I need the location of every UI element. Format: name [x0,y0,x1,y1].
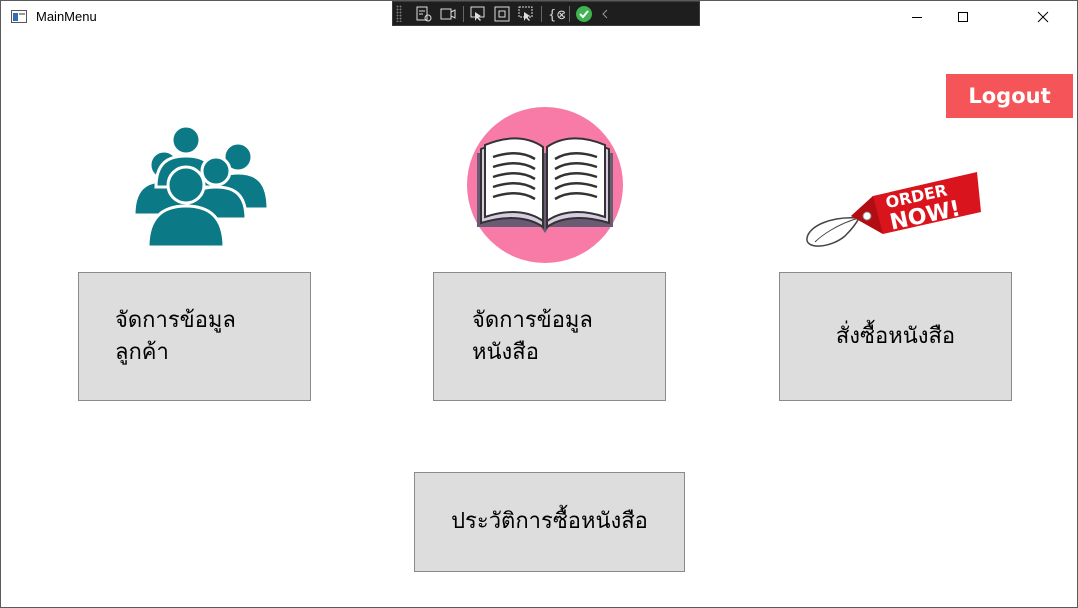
close-icon [1037,11,1049,23]
open-book-icon [467,107,623,263]
display-layout-adorners-icon[interactable] [493,5,511,23]
purchase-history-button[interactable]: ประวัติการซื้อหนังสือ [414,472,685,572]
maximize-button[interactable] [940,1,986,33]
svg-text:{⊗}: {⊗} [548,8,565,23]
logout-button[interactable]: Logout [946,74,1073,118]
live-visual-tree-icon[interactable] [415,5,433,23]
manage-books-label: จัดการข้อมูลหนังสือ [472,307,593,365]
order-now-tag-icon: ORDER NOW! [806,172,981,247]
manage-customers-label: จัดการข้อมูลลูกค้า [115,307,236,365]
users-group-icon [132,124,270,247]
minimize-button[interactable] [894,1,940,33]
xaml-debug-toolbar: {⊗} [392,1,700,26]
collapse-toolbar-icon[interactable] [600,5,610,23]
track-focus-icon[interactable] [517,5,535,23]
manage-customers-button[interactable]: จัดการข้อมูลลูกค้า [78,272,311,401]
main-menu-window: MainMenu {⊗} [0,0,1078,608]
maximize-icon [958,12,968,22]
record-icon[interactable] [439,5,457,23]
minimize-icon [912,17,922,18]
hot-reload-ok-icon[interactable] [575,5,593,23]
app-window-icon [11,10,27,23]
window-title: MainMenu [36,9,97,24]
select-element-icon[interactable] [469,5,487,23]
toolbar-grip[interactable] [396,5,402,22]
order-books-label: สั่งซื้อหนังสือ [835,323,956,349]
binding-failures-icon[interactable]: {⊗} [547,5,565,23]
manage-books-button[interactable]: จัดการข้อมูลหนังสือ [433,272,666,401]
order-books-button[interactable]: สั่งซื้อหนังสือ [779,272,1012,401]
close-button[interactable] [1009,1,1077,33]
purchase-history-label: ประวัติการซื้อหนังสือ [451,509,648,535]
